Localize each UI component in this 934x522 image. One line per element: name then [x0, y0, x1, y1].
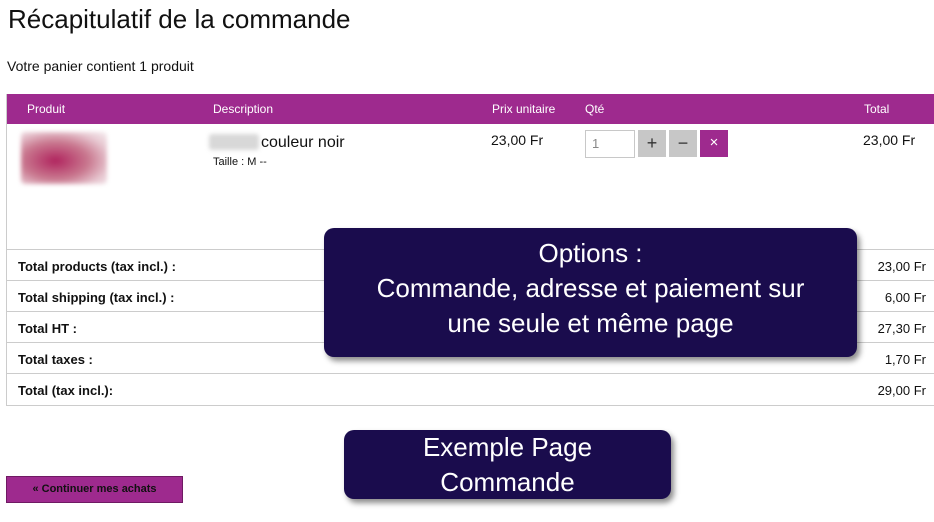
- product-name-redacted: [209, 134, 259, 150]
- header-unit-price: Prix unitaire: [492, 102, 556, 116]
- total-label: Total shipping (tax incl.) :: [18, 290, 175, 305]
- total-value: 27,30 Fr: [877, 321, 926, 336]
- product-thumbnail[interactable]: [21, 132, 107, 184]
- callout-line: Commande, adresse et paiement sur: [376, 273, 805, 303]
- total-label: Total taxes :: [18, 352, 93, 367]
- total-label: Total HT :: [18, 321, 77, 336]
- total-tax-incl-row: Total (tax incl.): 29,00 Fr: [7, 374, 934, 405]
- continue-shopping-button[interactable]: « Continuer mes achats: [6, 476, 183, 503]
- callout-line: une seule et même page: [447, 308, 734, 338]
- cart-count-text: Votre panier contient 1 produit: [7, 58, 194, 74]
- total-value: 29,00 Fr: [877, 383, 926, 398]
- page-title: Récapitulatif de la commande: [8, 4, 351, 34]
- product-attributes: Taille : M --: [213, 156, 267, 168]
- callout-line: Exemple Page: [422, 432, 593, 462]
- header-total: Total: [864, 102, 890, 116]
- line-total: 23,00 Fr: [863, 132, 916, 148]
- delete-item-button[interactable]: ×: [700, 130, 728, 157]
- callout-line: Options :: [538, 238, 643, 268]
- product-name[interactable]: couleur noir: [261, 134, 345, 152]
- example-callout: Exemple Page Commande: [344, 430, 671, 499]
- total-value: 6,00 Fr: [884, 290, 926, 305]
- header-description: Description: [213, 102, 274, 116]
- quantity-input[interactable]: 1: [585, 130, 635, 158]
- total-label: Total products (tax incl.) :: [18, 259, 176, 274]
- table-header: Produit Description Prix unitaire Qté To…: [7, 94, 934, 124]
- total-value: 23,00 Fr: [877, 259, 926, 274]
- options-callout: Options : Commande, adresse et paiement …: [324, 228, 857, 357]
- total-value: 1,70 Fr: [884, 352, 926, 367]
- quantity-increase-button[interactable]: +: [638, 130, 666, 157]
- quantity-decrease-button[interactable]: −: [669, 130, 697, 157]
- callout-line: Commande: [440, 467, 575, 497]
- total-label: Total (tax incl.):: [18, 383, 114, 398]
- unit-price: 23,00 Fr: [491, 132, 544, 148]
- header-product: Produit: [27, 102, 66, 116]
- header-quantity: Qté: [585, 102, 605, 116]
